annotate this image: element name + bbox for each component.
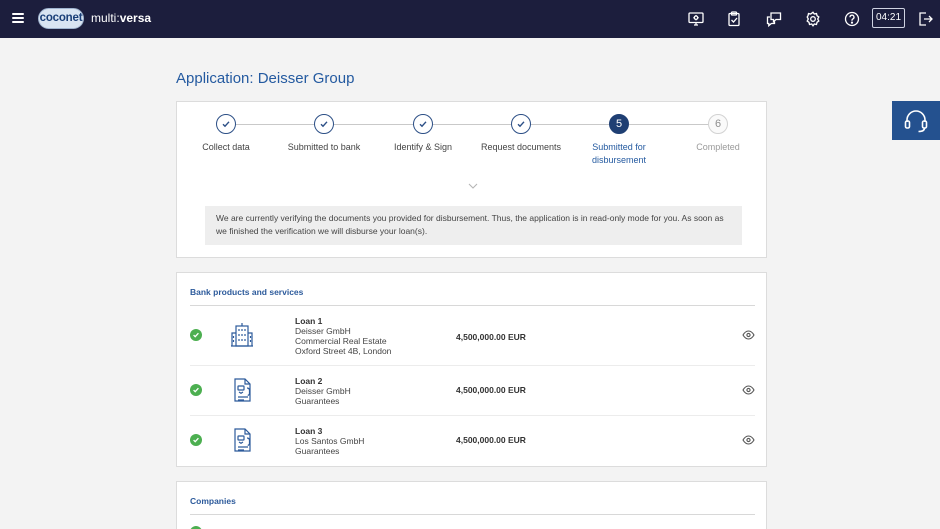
logo-prefix: multi xyxy=(91,11,117,25)
product-amount: 4,500,000.00 EUR xyxy=(456,385,526,395)
step-label: Submitted for disbursement xyxy=(569,141,669,167)
headset-icon xyxy=(904,109,928,132)
chat-icon[interactable] xyxy=(765,10,783,28)
bank-products-card: Bank products and services Loan 1 Deisse… xyxy=(176,272,767,467)
step-label: Submitted to bank xyxy=(287,142,361,152)
product-type: Guarantees xyxy=(295,446,340,456)
step-check-icon xyxy=(216,114,236,134)
divider xyxy=(190,514,755,515)
step-label: Completed xyxy=(696,142,740,152)
step-request-documents[interactable]: Request documents xyxy=(471,114,571,154)
top-bar: coconet multi:versa 04:21 xyxy=(0,0,940,38)
logo-suffix: versa xyxy=(119,11,152,25)
application-progress-card: Collect data Submitted to bank Identify … xyxy=(176,101,767,258)
notice-line-1: We are currently verifying the documents… xyxy=(216,213,724,223)
hamburger-menu-icon[interactable] xyxy=(12,13,24,23)
product-details: Loan 3 Los Santos GmbH Guarantees xyxy=(295,426,364,456)
step-check-icon xyxy=(413,114,433,134)
clipboard-check-icon[interactable] xyxy=(725,10,743,28)
step-label: Identify & Sign xyxy=(393,142,453,152)
support-button[interactable] xyxy=(892,101,940,140)
notice-line-2: we finished the verification we will dis… xyxy=(216,226,428,236)
building-icon xyxy=(228,321,256,349)
product-company: Los Santos GmbH xyxy=(295,436,365,446)
verification-notice: We are currently verifying the documents… xyxy=(205,206,742,245)
logout-icon[interactable] xyxy=(916,10,934,28)
product-row[interactable]: Loan 1 Deisser GmbH Commercial Real Esta… xyxy=(190,306,755,366)
product-company: Deisser GmbH xyxy=(295,326,351,336)
product-company: Deisser GmbH xyxy=(295,386,351,396)
section-title: Bank products and services xyxy=(190,287,304,297)
step-check-icon xyxy=(314,114,334,134)
product-name: multi:versa xyxy=(91,11,152,25)
coconet-logo[interactable]: coconet xyxy=(38,8,84,29)
product-address: Oxford Street 4B, London xyxy=(295,346,392,356)
product-type: Guarantees xyxy=(295,396,340,406)
step-collect-data[interactable]: Collect data xyxy=(176,114,276,154)
step-label-line-2: disbursement xyxy=(591,155,647,165)
step-identify-sign[interactable]: Identify & Sign xyxy=(373,114,473,154)
session-timer: 04:21 xyxy=(872,8,905,28)
success-check-icon xyxy=(190,434,202,446)
product-title: Loan 1 xyxy=(295,316,323,326)
step-label: Collect data xyxy=(202,142,250,152)
view-eye-icon[interactable] xyxy=(742,330,755,340)
gear-icon[interactable] xyxy=(804,10,822,28)
step-submitted-for-disbursement[interactable]: 5 Submitted for disbursement xyxy=(569,114,669,167)
page-title: Application: Deisser Group xyxy=(176,70,355,87)
product-amount: 4,500,000.00 EUR xyxy=(456,435,526,445)
help-icon[interactable] xyxy=(843,10,861,28)
section-title: Companies xyxy=(190,496,236,506)
product-row[interactable]: Loan 2 Deisser GmbH Guarantees 4,500,000… xyxy=(190,366,755,416)
guarantee-document-icon xyxy=(228,376,256,404)
step-number: 6 xyxy=(708,114,728,134)
step-submitted-to-bank[interactable]: Submitted to bank xyxy=(274,114,374,154)
product-title: Loan 3 xyxy=(295,426,323,436)
step-completed[interactable]: 6 Completed xyxy=(668,114,768,154)
view-eye-icon[interactable] xyxy=(742,385,755,395)
product-row[interactable]: Loan 3 Los Santos GmbH Guarantees 4,500,… xyxy=(190,416,755,466)
chevron-down-icon[interactable] xyxy=(467,182,479,190)
success-check-icon xyxy=(190,384,202,396)
product-type: Commercial Real Estate xyxy=(295,336,387,346)
product-amount: 4,500,000.00 EUR xyxy=(456,332,526,342)
step-check-icon xyxy=(511,114,531,134)
step-label-line-1: Submitted for xyxy=(592,142,646,152)
product-title: Loan 2 xyxy=(295,376,323,386)
step-number: 5 xyxy=(609,114,629,134)
step-label: Request documents xyxy=(480,142,562,152)
product-details: Loan 1 Deisser GmbH Commercial Real Esta… xyxy=(295,316,391,356)
success-check-icon xyxy=(190,329,202,341)
product-details: Loan 2 Deisser GmbH Guarantees xyxy=(295,376,351,406)
companies-card: Companies xyxy=(176,481,767,529)
guarantee-document-icon xyxy=(228,426,256,454)
monitor-settings-icon[interactable] xyxy=(687,10,705,28)
view-eye-icon[interactable] xyxy=(742,435,755,445)
